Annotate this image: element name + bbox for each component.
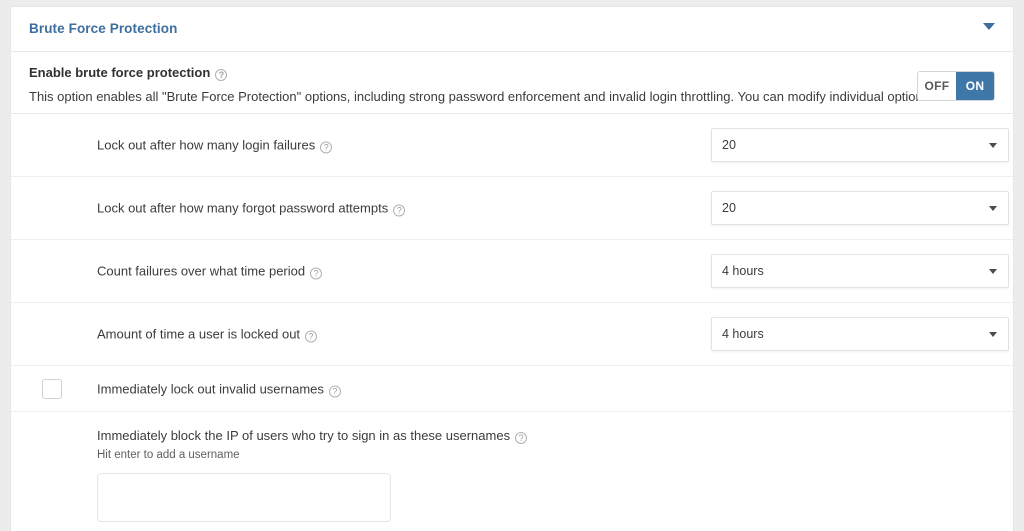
setting-label: Amount of time a user is locked out? xyxy=(97,326,318,343)
blocked-usernames-input[interactable] xyxy=(97,473,391,522)
page-title: Brute Force Protection xyxy=(29,21,178,36)
setting-label-text: Lock out after how many forgot password … xyxy=(97,200,389,216)
select-value: 20 xyxy=(722,201,736,215)
brute-force-protection-card: Brute Force Protection Enable brute forc… xyxy=(10,6,1014,531)
help-circle-icon[interactable]: ? xyxy=(310,267,323,280)
blocked-usernames-section: Immediately block the IP of users who tr… xyxy=(11,412,1013,522)
help-circle-icon[interactable]: ? xyxy=(393,204,406,217)
count-failures-period-select[interactable]: 4 hours xyxy=(711,254,1009,288)
help-circle-icon[interactable]: ? xyxy=(215,69,228,81)
enable-brute-force-description: This option enables all "Brute Force Pro… xyxy=(29,89,970,104)
chevron-down-icon xyxy=(989,206,997,211)
enable-brute-force-label-text: Enable brute force protection xyxy=(29,65,211,80)
blocked-usernames-label: Immediately block the IP of users who tr… xyxy=(97,428,1013,444)
help-circle-icon[interactable]: ? xyxy=(320,141,333,154)
blocked-usernames-hint: Hit enter to add a username xyxy=(97,449,240,461)
enable-brute-force-label: Enable brute force protection? xyxy=(29,64,995,82)
chevron-down-icon xyxy=(989,269,997,274)
select-value: 4 hours xyxy=(722,327,764,341)
setting-row-forgot-password-attempts: Lock out after how many forgot password … xyxy=(11,177,1013,240)
enable-brute-force-toggle[interactable]: OFF ON xyxy=(917,71,995,101)
enable-brute-force-row: Enable brute force protection? This opti… xyxy=(11,52,1013,114)
checkbox-label-text: Immediately lock out invalid usernames xyxy=(97,381,324,396)
blocked-usernames-label-text: Immediately block the IP of users who tr… xyxy=(97,428,511,443)
lockout-duration-select[interactable]: 4 hours xyxy=(711,317,1009,351)
chevron-down-icon xyxy=(989,143,997,148)
setting-label: Lock out after how many login failures? xyxy=(97,137,333,154)
help-circle-icon[interactable]: ? xyxy=(328,385,341,397)
help-circle-icon[interactable]: ? xyxy=(515,432,528,444)
setting-label-text: Count failures over what time period xyxy=(97,263,306,279)
login-failures-select[interactable]: 20 xyxy=(711,128,1009,162)
select-value: 4 hours xyxy=(722,264,764,278)
toggle-off-segment[interactable]: OFF xyxy=(918,72,956,100)
setting-label-text: Lock out after how many login failures xyxy=(97,137,316,153)
setting-label: Count failures over what time period? xyxy=(97,263,323,280)
invalid-usernames-checkbox[interactable] xyxy=(42,378,62,399)
setting-label-text: Amount of time a user is locked out xyxy=(97,326,301,342)
checkbox-label: Immediately lock out invalid usernames? xyxy=(97,381,341,397)
setting-row-lockout-duration: Amount of time a user is locked out? 4 h… xyxy=(11,303,1013,366)
chevron-down-icon xyxy=(989,332,997,337)
help-circle-icon[interactable]: ? xyxy=(305,330,318,343)
toggle-on-segment[interactable]: ON xyxy=(956,72,994,100)
setting-row-count-failures-period: Count failures over what time period? 4 … xyxy=(11,240,1013,303)
panel-header[interactable]: Brute Force Protection xyxy=(11,7,1013,52)
setting-row-login-failures: Lock out after how many login failures? … xyxy=(11,114,1013,177)
forgot-password-attempts-select[interactable]: 20 xyxy=(711,191,1009,225)
select-value: 20 xyxy=(722,138,736,152)
setting-row-invalid-usernames: Immediately lock out invalid usernames? xyxy=(11,366,1013,412)
chevron-down-icon[interactable] xyxy=(983,23,995,30)
setting-label: Lock out after how many forgot password … xyxy=(97,200,406,217)
